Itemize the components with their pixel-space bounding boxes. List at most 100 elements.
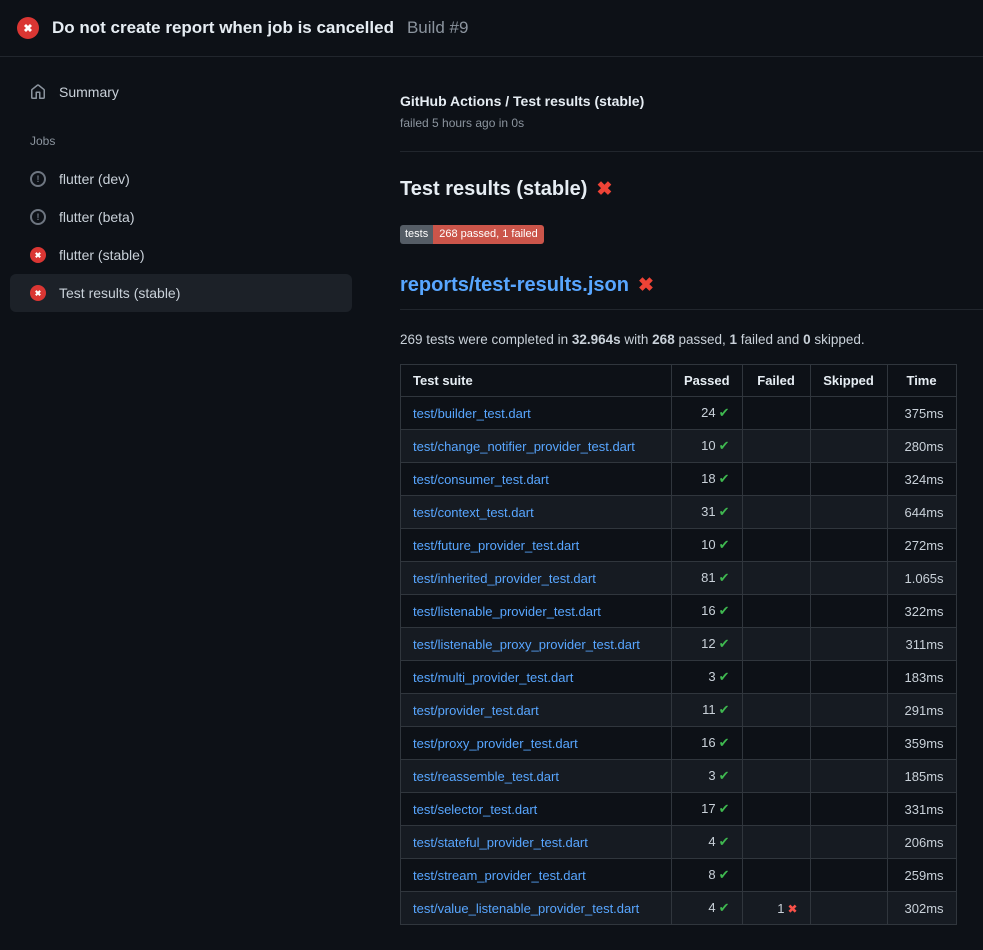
time-cell: 359ms xyxy=(887,727,956,760)
summary-failed-count: 1 xyxy=(730,332,738,347)
failed-cell xyxy=(742,661,810,694)
check-icon: ✔ xyxy=(719,735,730,750)
table-row: test/proxy_provider_test.dart 16✔ 359ms xyxy=(401,727,957,760)
x-icon: ✖ xyxy=(787,902,797,916)
report-title-link[interactable]: reports/test-results.json xyxy=(400,274,629,297)
section-title: Test results (stable) ✖ xyxy=(400,178,983,201)
suite-link[interactable]: test/proxy_provider_test.dart xyxy=(413,736,578,751)
suite-link[interactable]: test/context_test.dart xyxy=(413,505,534,520)
sidebar-item-flutter-dev[interactable]: !flutter (dev) xyxy=(10,160,352,198)
suite-cell: test/builder_test.dart xyxy=(401,397,672,430)
badge-value: 268 passed, 1 failed xyxy=(433,225,543,244)
header-divider xyxy=(400,151,983,152)
suite-link[interactable]: test/selector_test.dart xyxy=(413,802,537,817)
sidebar-item-flutter-stable[interactable]: ✖flutter (stable) xyxy=(10,236,352,274)
time-cell: 272ms xyxy=(887,529,956,562)
time-cell: 324ms xyxy=(887,463,956,496)
suite-link[interactable]: test/listenable_provider_test.dart xyxy=(413,604,601,619)
check-icon: ✔ xyxy=(719,438,730,453)
time-cell: 259ms xyxy=(887,859,956,892)
suite-link[interactable]: test/value_listenable_provider_test.dart xyxy=(413,901,639,916)
table-row: test/inherited_provider_test.dart81✔1.06… xyxy=(401,562,957,595)
suite-link[interactable]: test/builder_test.dart xyxy=(413,406,531,421)
failed-cell xyxy=(742,430,810,463)
failed-cell xyxy=(742,727,810,760)
sidebar-item-test-results-stable[interactable]: ✖Test results (stable) xyxy=(10,274,352,312)
table-row: test/multi_provider_test.dart3✔183ms xyxy=(401,661,957,694)
summary-line: 269 tests were completed in 32.964s with… xyxy=(400,332,983,347)
skipped-cell xyxy=(810,496,887,529)
check-icon: ✔ xyxy=(719,702,730,717)
failed-cell xyxy=(742,760,810,793)
suite-cell: test/multi_provider_test.dart xyxy=(401,661,672,694)
suite-link[interactable]: test/provider_test.dart xyxy=(413,703,539,718)
summary-passed-count: 268 xyxy=(652,332,675,347)
skipped-cell xyxy=(810,562,887,595)
failed-cell xyxy=(742,859,810,892)
time-cell: 183ms xyxy=(887,661,956,694)
skipped-cell xyxy=(810,463,887,496)
report-title: reports/test-results.json ✖ xyxy=(400,274,983,310)
suite-cell: test/value_listenable_provider_test.dart xyxy=(401,892,672,925)
summary-duration: 32.964s xyxy=(572,332,621,347)
table-row: test/stateful_provider_test.dart4✔206ms xyxy=(401,826,957,859)
skipped-cell xyxy=(810,760,887,793)
passed-cell: 12✔ xyxy=(672,628,743,661)
column-header-passed: Passed xyxy=(672,365,743,397)
job-label: flutter (beta) xyxy=(59,209,134,225)
suite-link[interactable]: test/consumer_test.dart xyxy=(413,472,549,487)
suite-link[interactable]: test/reassemble_test.dart xyxy=(413,769,559,784)
table-header-row: Test suitePassedFailedSkippedTime xyxy=(401,365,957,397)
sidebar: Summary Jobs !flutter (dev)!flutter (bet… xyxy=(0,57,380,312)
table-row: test/provider_test.dart11✔291ms xyxy=(401,694,957,727)
suite-link[interactable]: test/multi_provider_test.dart xyxy=(413,670,573,685)
job-label: flutter (dev) xyxy=(59,171,130,187)
passed-cell: 16✔ xyxy=(672,727,743,760)
sidebar-item-flutter-beta[interactable]: !flutter (beta) xyxy=(10,198,352,236)
failed-cell xyxy=(742,562,810,595)
passed-cell: 4✔ xyxy=(672,826,743,859)
table-row: test/listenable_proxy_provider_test.dart… xyxy=(401,628,957,661)
check-icon: ✔ xyxy=(719,768,730,783)
table-row: test/value_listenable_provider_test.dart… xyxy=(401,892,957,925)
summary-text: 269 tests were completed in xyxy=(400,332,572,347)
time-cell: 375ms xyxy=(887,397,956,430)
main-content: GitHub Actions / Test results (stable) f… xyxy=(380,57,983,925)
suite-link[interactable]: test/inherited_provider_test.dart xyxy=(413,571,596,586)
skipped-cell xyxy=(810,430,887,463)
skipped-cell xyxy=(810,694,887,727)
table-row: test/change_notifier_provider_test.dart1… xyxy=(401,430,957,463)
failed-cell xyxy=(742,628,810,661)
badge-label: tests xyxy=(400,225,433,244)
suite-link[interactable]: test/change_notifier_provider_test.dart xyxy=(413,439,635,454)
suite-cell: test/selector_test.dart xyxy=(401,793,672,826)
time-cell: 302ms xyxy=(887,892,956,925)
failed-status-icon: ✖ xyxy=(30,285,46,301)
check-icon: ✔ xyxy=(719,471,730,486)
suite-link[interactable]: test/listenable_proxy_provider_test.dart xyxy=(413,637,640,652)
suite-link[interactable]: test/future_provider_test.dart xyxy=(413,538,579,553)
summary-text: passed, xyxy=(675,332,730,347)
summary-text: skipped. xyxy=(811,332,865,347)
failed-cell xyxy=(742,397,810,430)
suite-link[interactable]: test/stream_provider_test.dart xyxy=(413,868,586,883)
time-cell: 185ms xyxy=(887,760,956,793)
failed-status-icon: ✖ xyxy=(30,247,46,263)
suite-link[interactable]: test/stateful_provider_test.dart xyxy=(413,835,588,850)
column-header-test-suite: Test suite xyxy=(401,365,672,397)
check-icon: ✔ xyxy=(719,669,730,684)
passed-cell: 3✔ xyxy=(672,760,743,793)
check-icon: ✔ xyxy=(719,636,730,651)
table-row: test/consumer_test.dart18✔324ms xyxy=(401,463,957,496)
suite-cell: test/consumer_test.dart xyxy=(401,463,672,496)
sidebar-item-summary[interactable]: Summary xyxy=(0,75,380,109)
check-icon: ✔ xyxy=(719,603,730,618)
table-row: test/selector_test.dart17✔331ms xyxy=(401,793,957,826)
build-number: Build #9 xyxy=(407,18,468,38)
column-header-skipped: Skipped xyxy=(810,365,887,397)
passed-cell: 4✔ xyxy=(672,892,743,925)
check-icon: ✔ xyxy=(719,405,730,420)
build-failed-status-icon: ✖ xyxy=(17,17,39,39)
table-row: test/listenable_provider_test.dart16✔322… xyxy=(401,595,957,628)
skipped-cell xyxy=(810,826,887,859)
